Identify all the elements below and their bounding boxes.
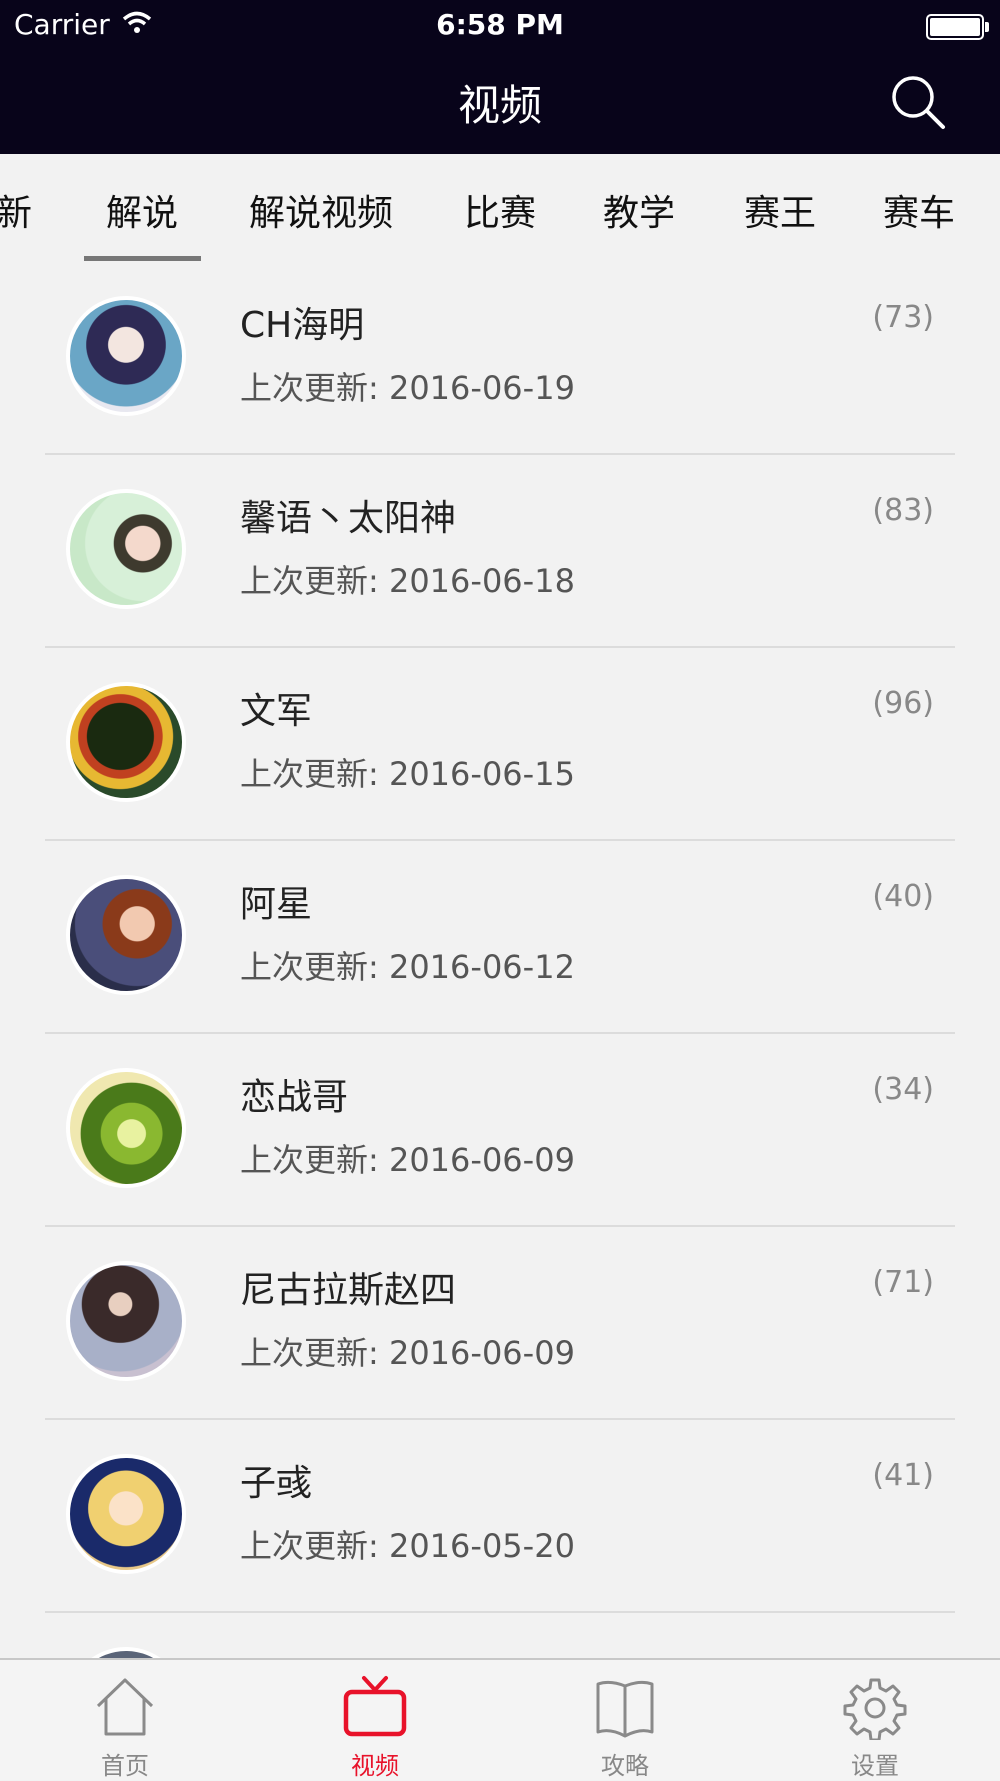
- item-updated: 上次更新: 2016-06-18: [240, 562, 575, 600]
- tabbar-settings[interactable]: 设置: [750, 1660, 1000, 1780]
- item-name: 馨语丶太阳神: [240, 498, 457, 539]
- bottom-tab-bar: 首页 视频 攻略 设置: [0, 1658, 1000, 1780]
- avatar: [66, 1068, 186, 1188]
- tabbar-home-label: 首页: [101, 1752, 149, 1780]
- search-icon[interactable]: [888, 72, 948, 132]
- tabbar-video[interactable]: 视频: [250, 1660, 500, 1780]
- status-time: 6:58 PM: [436, 8, 564, 41]
- item-name: 恋战哥: [240, 1077, 349, 1118]
- avatar: [66, 1261, 186, 1381]
- battery-icon: [926, 14, 989, 40]
- item-name: 尼古拉斯赵四: [240, 1270, 457, 1311]
- gear-icon: [843, 1678, 907, 1740]
- list-item[interactable]: CH海明 上次更新: 2016-06-19 (73): [0, 262, 1000, 455]
- tab-commentary[interactable]: 解说: [106, 184, 178, 236]
- status-bar: Carrier 6:58 PM: [0, 0, 1000, 50]
- tabbar-guide[interactable]: 攻略: [500, 1660, 750, 1780]
- home-icon: [96, 1678, 154, 1736]
- selected-tab-indicator: [84, 256, 201, 261]
- item-name: 阿星: [240, 884, 313, 925]
- item-updated: 上次更新: 2016-06-09: [240, 1141, 575, 1179]
- item-updated: 上次更新: 2016-06-12: [240, 948, 575, 986]
- item-updated: 上次更新: 2016-06-15: [240, 755, 575, 793]
- item-name: 子彧: [240, 1463, 313, 1504]
- list-item[interactable]: 子彧 上次更新: 2016-05-20 (41): [0, 1420, 1000, 1613]
- avatar: [66, 682, 186, 802]
- book-icon: [596, 1680, 654, 1738]
- list-item[interactable]: 恋战哥 上次更新: 2016-06-09 (34): [0, 1034, 1000, 1227]
- tab-commentary-video[interactable]: 解说视频: [249, 184, 393, 236]
- tab-new[interactable]: 新: [0, 184, 32, 236]
- tv-icon: [343, 1676, 407, 1737]
- commentator-list[interactable]: CH海明 上次更新: 2016-06-19 (73) 馨语丶太阳神 上次更新: …: [0, 262, 1000, 1658]
- page-title: 视频: [457, 81, 542, 130]
- item-count: (96): [872, 686, 934, 721]
- tabbar-home[interactable]: 首页: [0, 1660, 250, 1780]
- tab-racing[interactable]: 赛车: [883, 184, 955, 236]
- avatar: [66, 1454, 186, 1574]
- item-count: (41): [872, 1458, 934, 1493]
- avatar: [66, 875, 186, 995]
- item-count: (73): [872, 300, 934, 335]
- list-item[interactable]: 馨语丶太阳神 上次更新: 2016-06-18 (83): [0, 455, 1000, 648]
- list-item[interactable]: 文军 上次更新: 2016-06-15 (96): [0, 648, 1000, 841]
- item-name: CH海明: [240, 305, 365, 346]
- tab-king[interactable]: 赛王: [744, 184, 816, 236]
- avatar: [66, 1647, 186, 1658]
- item-count: (34): [872, 1072, 934, 1107]
- list-item[interactable]: [0, 1613, 1000, 1658]
- item-updated: 上次更新: 2016-06-09: [240, 1334, 575, 1372]
- tabbar-guide-label: 攻略: [601, 1752, 649, 1780]
- avatar: [66, 489, 186, 609]
- item-count: (83): [872, 493, 934, 528]
- top-bar: Carrier 6:58 PM 视频: [0, 0, 1000, 154]
- tabbar-video-label: 视频: [351, 1752, 399, 1780]
- item-count: (40): [872, 879, 934, 914]
- item-count: (71): [872, 1265, 934, 1300]
- category-tabs: 新 解说 解说视频 比赛 教学 赛王 赛车: [0, 154, 1000, 262]
- list-item[interactable]: 尼古拉斯赵四 上次更新: 2016-06-09 (71): [0, 1227, 1000, 1420]
- item-updated: 上次更新: 2016-05-20: [240, 1527, 575, 1565]
- avatar: [66, 296, 186, 416]
- tab-teaching[interactable]: 教学: [603, 184, 675, 236]
- item-updated: 上次更新: 2016-06-19: [240, 369, 575, 407]
- item-name: 文军: [240, 691, 313, 732]
- tab-match[interactable]: 比赛: [464, 184, 536, 236]
- list-item[interactable]: 阿星 上次更新: 2016-06-12 (40): [0, 841, 1000, 1034]
- tabbar-settings-label: 设置: [851, 1752, 899, 1780]
